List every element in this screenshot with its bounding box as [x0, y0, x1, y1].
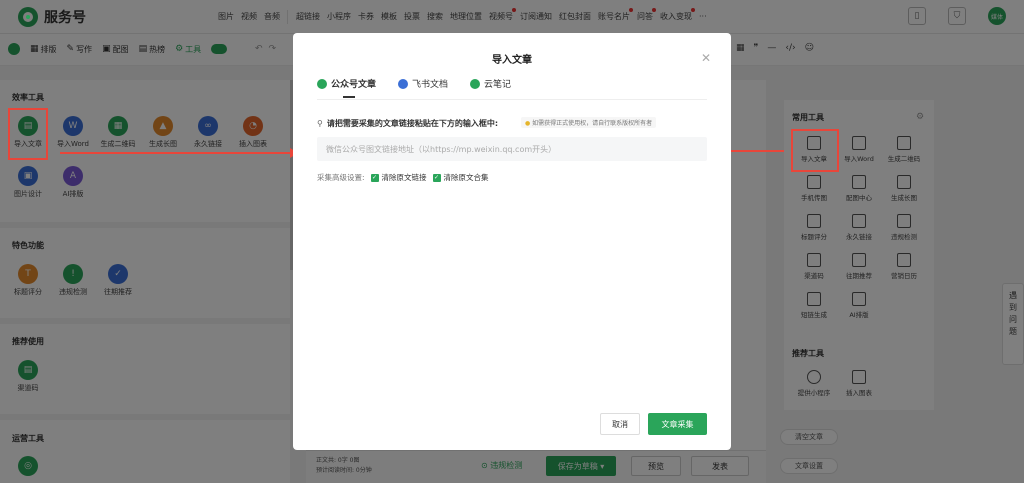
checkbox-checked-icon: ✓ [370, 173, 379, 182]
tab-wechat-article[interactable]: 公众号文章 [317, 77, 376, 90]
paste-prompt: ⚲ 请把需要采集的文章链接粘贴在下方的输入框中: [317, 119, 499, 128]
annotation-arrow-left [60, 152, 292, 154]
feishu-icon [398, 78, 409, 89]
cloud-note-icon [470, 78, 481, 89]
copyright-hint: ● 如需获得正式使用权，请自行联系版权所有者 [521, 117, 657, 128]
link-icon: ⚲ [317, 119, 323, 128]
tab-divider [317, 99, 707, 100]
highlight-left-import [8, 108, 48, 160]
dialog-title: 导入文章 [492, 55, 532, 66]
close-icon[interactable]: ✕ [701, 51, 711, 65]
collect-article-button[interactable]: 文章采集 [648, 413, 707, 435]
tab-cloud-note[interactable]: 云笔记 [470, 77, 511, 90]
option-clear-source-link[interactable]: ✓ 清除原文链接 [370, 172, 427, 183]
article-url-input[interactable] [317, 137, 707, 161]
checkbox-checked-icon: ✓ [432, 173, 441, 182]
highlight-right-import [791, 129, 839, 172]
lightbulb-icon: ● [525, 120, 531, 127]
option-clear-source-collection[interactable]: ✓ 清除原文合集 [432, 172, 489, 183]
cancel-button[interactable]: 取消 [600, 413, 640, 435]
wechat-icon [317, 78, 327, 89]
tab-feishu-doc[interactable]: 飞书文档 [398, 77, 448, 90]
advanced-settings: 采集高级设置: ✓ 清除原文链接 ✓ 清除原文合集 [317, 172, 489, 183]
active-tab-indicator [343, 96, 355, 98]
import-article-dialog: 导入文章 ✕ 公众号文章 飞书文档 云笔记 ⚲ 请把需要采集的文章链接粘贴在下方… [293, 33, 731, 450]
dialog-tabs: 公众号文章 飞书文档 云笔记 [317, 77, 511, 90]
